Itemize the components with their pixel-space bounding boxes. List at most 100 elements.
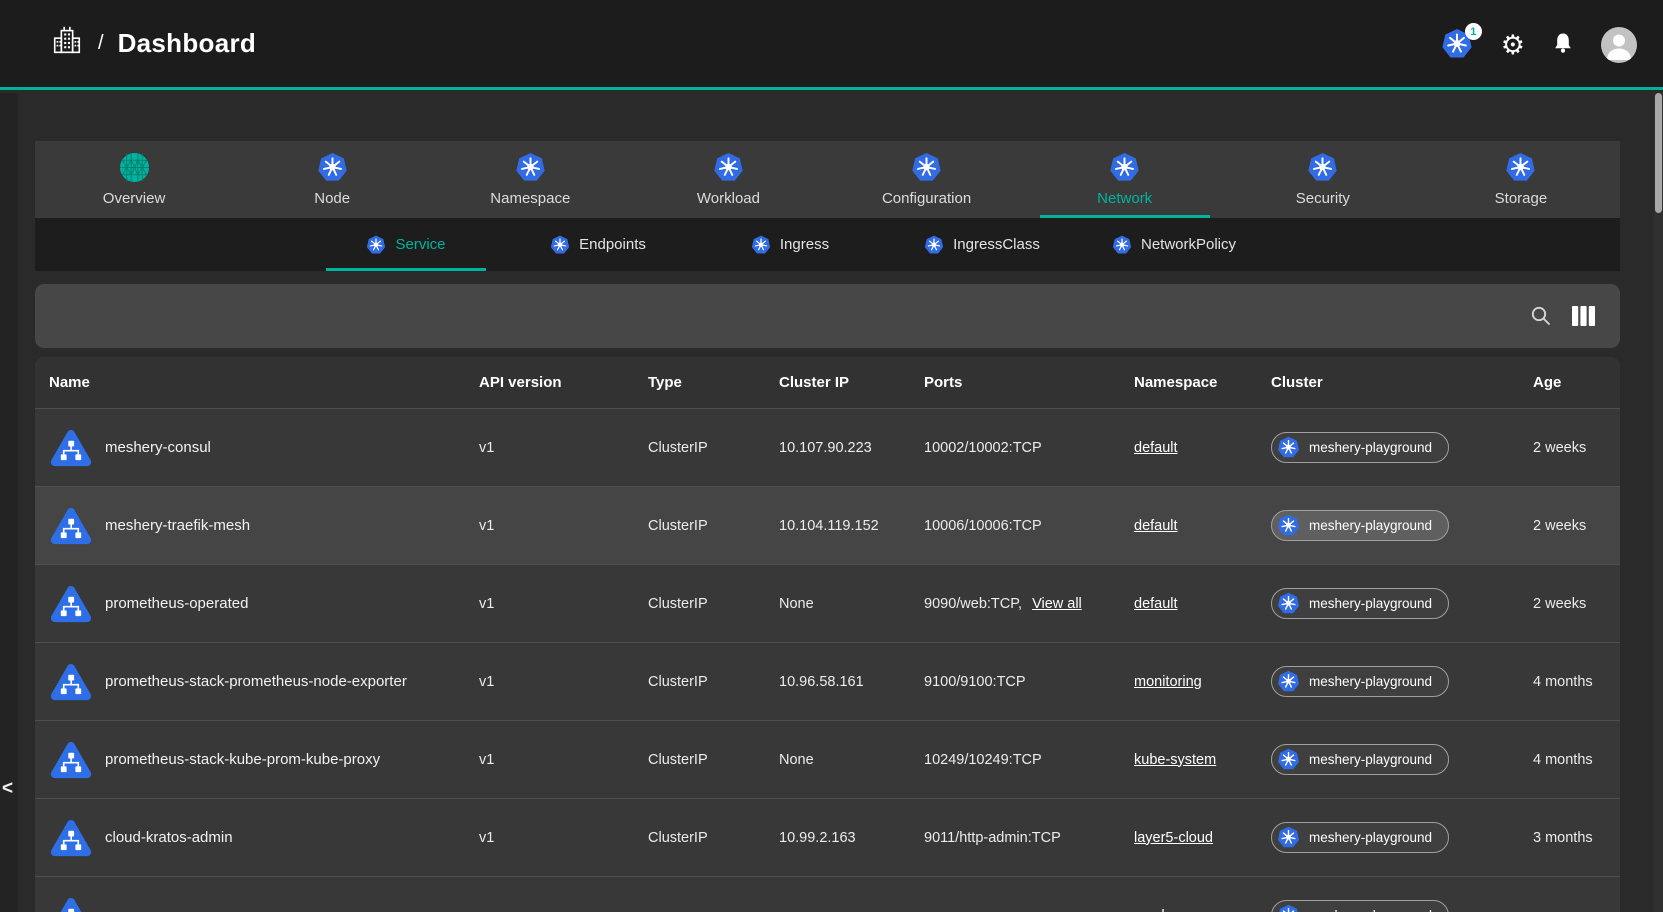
subtab-service[interactable]: Service	[310, 218, 502, 271]
ports-value: 10006/10006:TCP	[924, 518, 1042, 534]
kubernetes-icon	[924, 235, 944, 255]
kubernetes-icon	[1277, 592, 1300, 615]
cluster-chip[interactable]: meshery-playground	[1271, 510, 1449, 541]
service-name: cloud-kratos-admin	[105, 829, 233, 846]
api-version: v1	[479, 830, 648, 846]
column-header-name[interactable]: Name	[35, 374, 479, 391]
service-icon	[49, 584, 93, 624]
table-row[interactable]: prometheus-stack-prometheus-node-exporte…	[35, 642, 1620, 720]
cluster-name: meshery-playground	[1309, 440, 1432, 455]
tab-network[interactable]: Network	[1026, 141, 1224, 218]
table-row[interactable]: prometheus-operated v1 ClusterIP None 90…	[35, 564, 1620, 642]
search-icon[interactable]	[1528, 304, 1553, 329]
subtab-ingressclass[interactable]: IngressClass	[886, 218, 1078, 271]
kubernetes-icon	[550, 235, 570, 255]
kubernetes-icon	[751, 235, 771, 255]
cluster-chip[interactable]: meshery-playground	[1271, 588, 1449, 619]
column-header-ports[interactable]: Ports	[924, 374, 1134, 391]
tab-overview[interactable]: Overview	[35, 141, 233, 218]
table-row[interactable]: meshery-traefik-mesh v1 ClusterIP 10.104…	[35, 486, 1620, 564]
kubernetes-icon	[1505, 152, 1536, 183]
cluster-chip[interactable]: meshery-playground	[1271, 666, 1449, 697]
namespace-link[interactable]: default	[1134, 596, 1178, 612]
api-version: v1	[479, 596, 648, 612]
cluster-name: meshery-playground	[1309, 518, 1432, 533]
column-header-api-version[interactable]: API version	[479, 374, 648, 391]
cluster-ip: 10.107.90.223	[779, 440, 924, 456]
ports-cell: 10249/10249:TCP	[924, 752, 1134, 768]
service-type: ClusterIP	[648, 518, 779, 534]
tab-workload[interactable]: Workload	[629, 141, 827, 218]
namespace-link[interactable]: meshery	[1134, 908, 1190, 912]
service-type: ClusterIP	[648, 440, 779, 456]
column-header-age[interactable]: Age	[1533, 374, 1620, 391]
namespace-link[interactable]: monitoring	[1134, 674, 1202, 690]
collapse-chevron-icon[interactable]: <	[2, 778, 13, 800]
cluster-chip[interactable]: meshery-playground	[1271, 900, 1449, 912]
age-cell: 4 months	[1533, 674, 1620, 690]
kubernetes-icon	[1277, 514, 1300, 537]
scrollbar-thumb[interactable]	[1655, 93, 1662, 213]
table-row[interactable]: meshery-consul v1 ClusterIP 10.107.90.22…	[35, 408, 1620, 486]
service-icon	[49, 818, 93, 858]
kubernetes-icon	[1307, 152, 1338, 183]
subtab-endpoints[interactable]: Endpoints	[502, 218, 694, 271]
cluster-ip: None	[779, 752, 924, 768]
tab-storage[interactable]: Storage	[1422, 141, 1620, 218]
api-version: v1	[479, 752, 648, 768]
namespace-link[interactable]: kube-system	[1134, 752, 1216, 768]
tab-node[interactable]: Node	[233, 141, 431, 218]
meshery-icon	[119, 152, 150, 183]
cluster-ip: 10.99.2.163	[779, 830, 924, 846]
service-icon	[49, 896, 93, 912]
namespace-link[interactable]: default	[1134, 518, 1178, 534]
service-name: meshery-traefik-mesh	[105, 517, 250, 534]
column-header-cluster[interactable]: Cluster	[1271, 374, 1533, 391]
api-version: v1	[479, 674, 648, 690]
ports-value: 10002/10002:TCP	[924, 440, 1042, 456]
kubernetes-icon	[1277, 748, 1300, 771]
column-header-type[interactable]: Type	[648, 374, 779, 391]
cluster-name: meshery-playground	[1309, 596, 1432, 611]
ports-value: 9011/http-admin:TCP	[924, 830, 1061, 846]
cluster-name: meshery-playground	[1309, 674, 1432, 689]
kubernetes-icon	[1277, 670, 1300, 693]
table-row[interactable]: meshery meshery-playground	[35, 876, 1620, 912]
scrollbar-track	[1654, 93, 1663, 912]
ports-value: 10249/10249:TCP	[924, 752, 1042, 768]
api-version: v1	[479, 518, 648, 534]
kubernetes-icon	[1277, 436, 1300, 459]
cluster-chip[interactable]: meshery-playground	[1271, 822, 1449, 853]
service-type: ClusterIP	[648, 752, 779, 768]
table-row[interactable]: cloud-kratos-admin v1 ClusterIP 10.99.2.…	[35, 798, 1620, 876]
cluster-ip: None	[779, 596, 924, 612]
kubernetes-icon	[515, 152, 546, 183]
view-columns-icon[interactable]	[1571, 304, 1596, 329]
kubernetes-icon	[1112, 235, 1132, 255]
tab-configuration[interactable]: Configuration	[828, 141, 1026, 218]
subtab-networkpolicy[interactable]: NetworkPolicy	[1078, 218, 1270, 271]
age-cell: 3 months	[1533, 830, 1620, 846]
namespace-link[interactable]: layer5-cloud	[1134, 830, 1213, 846]
cluster-name: meshery-playground	[1309, 830, 1432, 845]
ports-value: 9090/web:TCP,	[924, 596, 1022, 612]
column-header-cluster-ip[interactable]: Cluster IP	[779, 374, 924, 391]
namespace-link[interactable]: default	[1134, 440, 1178, 456]
ports-cell: 9090/web:TCP, View all	[924, 596, 1134, 612]
service-name: prometheus-stack-kube-prom-kube-proxy	[105, 751, 380, 768]
ports-cell: 10006/10006:TCP	[924, 518, 1134, 534]
cluster-chip[interactable]: meshery-playground	[1271, 744, 1449, 775]
subtab-ingress[interactable]: Ingress	[694, 218, 886, 271]
services-table: NameAPI versionTypeCluster IPPortsNamesp…	[35, 357, 1620, 912]
column-header-namespace[interactable]: Namespace	[1134, 374, 1271, 391]
view-all-link[interactable]: View all	[1032, 596, 1082, 612]
cluster-chip[interactable]: meshery-playground	[1271, 432, 1449, 463]
tab-security[interactable]: Security	[1224, 141, 1422, 218]
table-toolbar	[35, 284, 1620, 348]
tab-namespace[interactable]: Namespace	[431, 141, 629, 218]
table-row[interactable]: prometheus-stack-kube-prom-kube-proxy v1…	[35, 720, 1620, 798]
table-header-row: NameAPI versionTypeCluster IPPortsNamesp…	[35, 357, 1620, 408]
ports-value: 9100/9100:TCP	[924, 674, 1026, 690]
service-icon	[49, 428, 93, 468]
service-type: ClusterIP	[648, 596, 779, 612]
